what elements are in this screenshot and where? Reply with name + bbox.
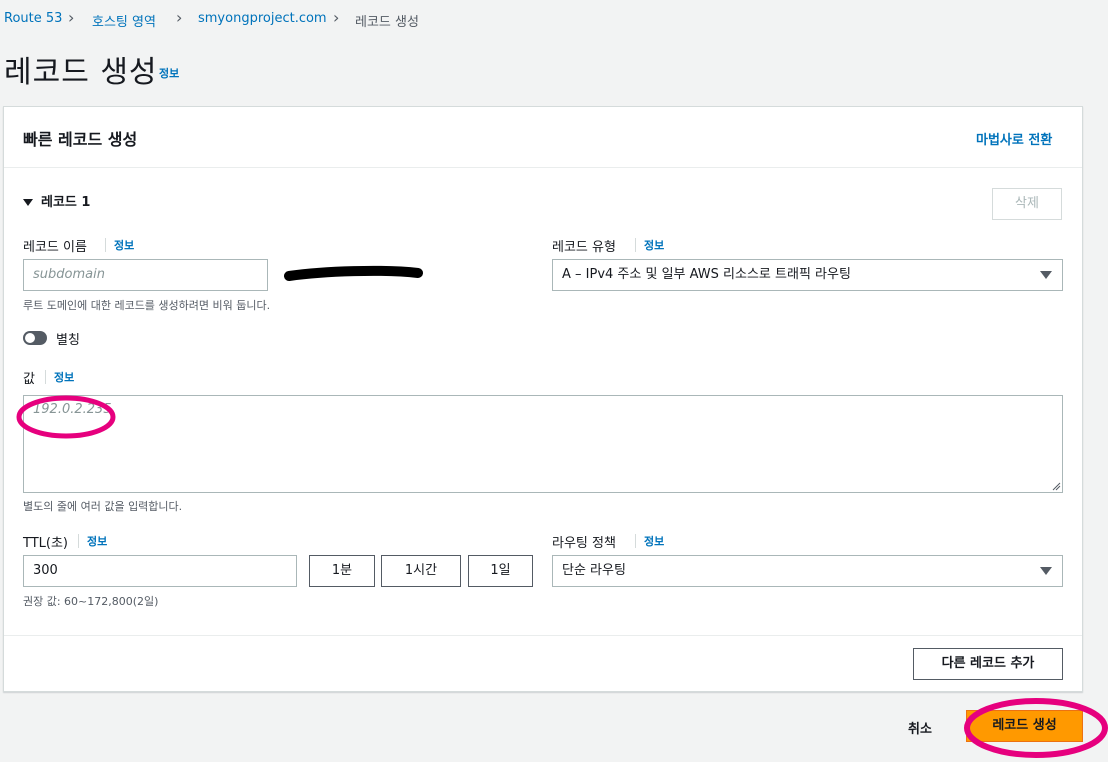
annotation-circle-value xyxy=(16,395,116,439)
annotation-overlay xyxy=(16,395,1108,758)
annotation-circle-create xyxy=(964,698,1108,758)
record-create-page: Route 53 › 호스팅 영역 › smyongproject.com › … xyxy=(0,0,1108,762)
